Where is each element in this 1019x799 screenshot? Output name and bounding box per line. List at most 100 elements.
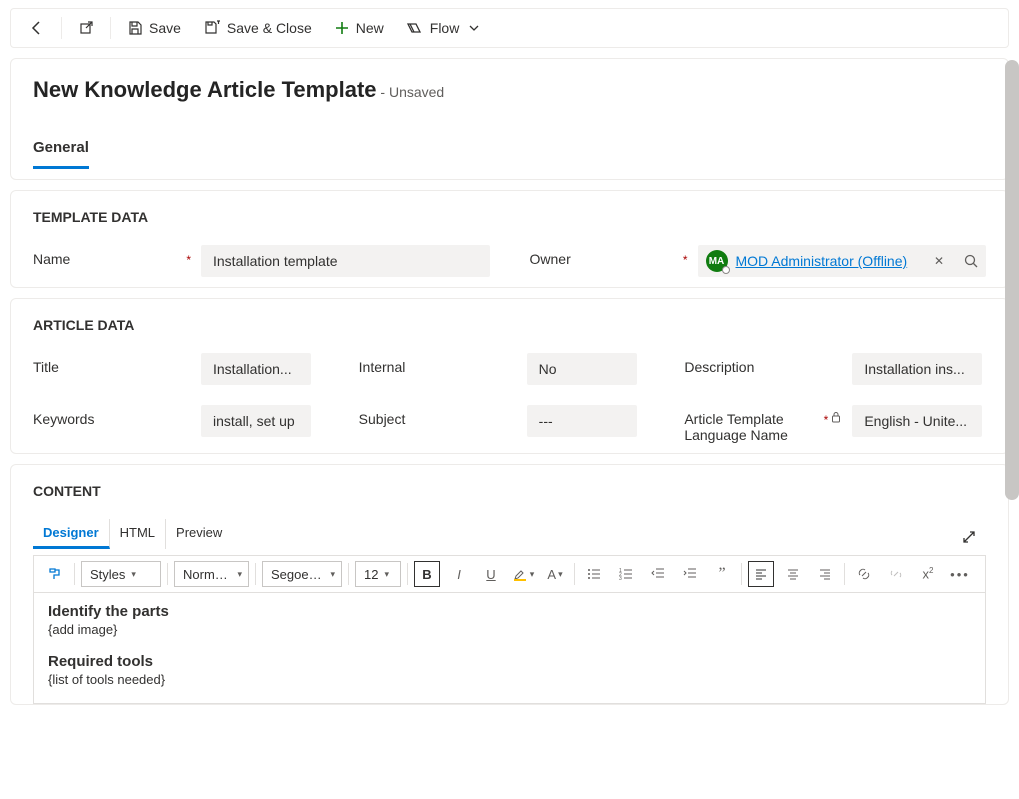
subject-label: Subject — [359, 411, 519, 427]
tab-preview[interactable]: Preview — [166, 519, 232, 549]
scrollbar-thumb[interactable] — [1005, 60, 1019, 500]
rte-toolbar: Styles ▾ Normal (... ▾ Segoe UI ▾ 12 ▾ B… — [34, 556, 985, 593]
save-button[interactable]: Save — [117, 14, 191, 42]
description-input[interactable]: Installation ins... — [852, 353, 982, 385]
align-left-button[interactable] — [748, 561, 774, 587]
field-title: Title Installation... — [33, 353, 335, 385]
chevron-down-icon: ▾ — [530, 569, 535, 580]
new-label: New — [356, 20, 384, 36]
styles-dropdown[interactable]: Styles ▾ — [81, 561, 161, 587]
section-template-data: TEMPLATE DATA Name * Installation templa… — [10, 190, 1009, 288]
section-heading-article-data: ARTICLE DATA — [33, 317, 986, 333]
owner-link[interactable]: MOD Administrator (Offline) — [736, 253, 926, 269]
chevron-down-icon: ▾ — [237, 569, 242, 580]
rte-content[interactable]: Identify the parts {add image} Required … — [34, 593, 985, 703]
align-center-button[interactable] — [780, 561, 806, 587]
separator — [74, 563, 75, 585]
decrease-indent-button[interactable] — [645, 561, 671, 587]
field-internal: Internal No — [359, 353, 661, 385]
separator — [255, 563, 256, 585]
owner-lookup[interactable]: MA MOD Administrator (Offline) ✕ — [698, 245, 987, 277]
expand-button[interactable] — [952, 524, 986, 550]
unlink-icon — [888, 566, 904, 582]
increase-indent-button[interactable] — [677, 561, 703, 587]
separator — [574, 563, 575, 585]
internal-label: Internal — [359, 359, 519, 375]
bullet-list-icon — [586, 566, 602, 582]
flow-button[interactable]: Flow — [396, 14, 490, 42]
back-button[interactable] — [19, 14, 55, 42]
name-input[interactable]: Installation template — [201, 245, 490, 277]
format-dropdown[interactable]: Normal (... ▾ — [174, 561, 249, 587]
tab-html[interactable]: HTML — [110, 519, 166, 549]
bold-button[interactable]: B — [414, 561, 440, 587]
save-icon — [127, 20, 143, 36]
section-heading-content: CONTENT — [33, 483, 986, 499]
unsaved-label: - Unsaved — [380, 84, 444, 100]
link-icon — [856, 566, 872, 582]
font-dropdown[interactable]: Segoe UI ▾ — [262, 561, 342, 587]
indent-icon — [682, 566, 698, 582]
font-size-dropdown[interactable]: 12 ▾ — [355, 561, 401, 587]
format-label: Normal (... — [183, 567, 231, 582]
page-title: New Knowledge Article Template — [33, 77, 377, 102]
chevron-down-icon: ▾ — [558, 569, 563, 580]
chevron-down-icon: ▾ — [384, 569, 389, 580]
avatar: MA — [706, 250, 728, 272]
blockquote-button[interactable]: ” — [709, 561, 735, 587]
flow-icon — [406, 20, 424, 36]
language-input[interactable]: English - Unite... — [852, 405, 982, 437]
more-commands-button[interactable]: ••• — [947, 561, 973, 587]
field-language: Article Template Language Name * English… — [684, 405, 986, 443]
content-placeholder-2: {list of tools needed} — [48, 672, 971, 687]
internal-input[interactable]: No — [527, 353, 637, 385]
insert-link-button[interactable] — [851, 561, 877, 587]
save-close-icon — [203, 20, 221, 36]
align-right-button[interactable] — [812, 561, 838, 587]
title-label: Title — [33, 359, 193, 375]
tab-general[interactable]: General — [33, 139, 89, 169]
owner-label: Owner — [530, 251, 683, 267]
save-and-close-button[interactable]: Save & Close — [193, 14, 322, 42]
remove-link-button[interactable] — [883, 561, 909, 587]
scrollbar[interactable] — [1005, 60, 1019, 500]
field-name: Name * Installation template — [33, 245, 490, 277]
title-input[interactable]: Installation... — [201, 353, 311, 385]
content-view-tabs: Designer HTML Preview — [33, 519, 232, 549]
bullet-list-button[interactable] — [581, 561, 607, 587]
subject-input[interactable]: --- — [527, 405, 637, 437]
clear-lookup-button[interactable]: ✕ — [934, 254, 944, 268]
rich-text-editor: Styles ▾ Normal (... ▾ Segoe UI ▾ 12 ▾ B… — [33, 555, 986, 704]
required-indicator: * — [186, 251, 193, 267]
chevron-down-icon: ▾ — [330, 569, 335, 580]
open-in-new-window-button[interactable] — [68, 14, 104, 42]
lock-icon — [830, 411, 844, 423]
description-label: Description — [684, 359, 844, 375]
keywords-input[interactable]: install, set up — [201, 405, 311, 437]
highlight-color-button[interactable]: ▾ — [510, 561, 536, 587]
chevron-down-icon — [469, 23, 479, 33]
search-icon[interactable] — [964, 254, 978, 268]
highlight-icon — [512, 566, 528, 582]
field-owner: Owner * MA MOD Administrator (Offline) ✕ — [530, 245, 987, 277]
italic-button[interactable]: I — [446, 561, 472, 587]
separator — [167, 563, 168, 585]
align-right-icon — [818, 567, 832, 581]
numbered-list-button[interactable]: 123 — [613, 561, 639, 587]
content-heading-1: Identify the parts — [48, 603, 971, 620]
new-button[interactable]: New — [324, 14, 394, 42]
separator — [110, 17, 111, 39]
field-keywords: Keywords install, set up — [33, 405, 335, 443]
separator — [407, 563, 408, 585]
format-painter-button[interactable] — [42, 561, 68, 587]
align-center-icon — [786, 567, 800, 581]
avatar-initials: MA — [709, 256, 725, 267]
font-label: Segoe UI — [271, 567, 324, 582]
underline-button[interactable]: U — [478, 561, 504, 587]
required-indicator: * — [683, 251, 690, 267]
font-color-button[interactable]: A ▾ — [542, 561, 568, 587]
tab-designer[interactable]: Designer — [33, 519, 110, 549]
chevron-down-icon: ▾ — [131, 569, 136, 580]
content-heading-2: Required tools — [48, 653, 971, 670]
superscript-button[interactable]: x2 — [915, 561, 941, 587]
